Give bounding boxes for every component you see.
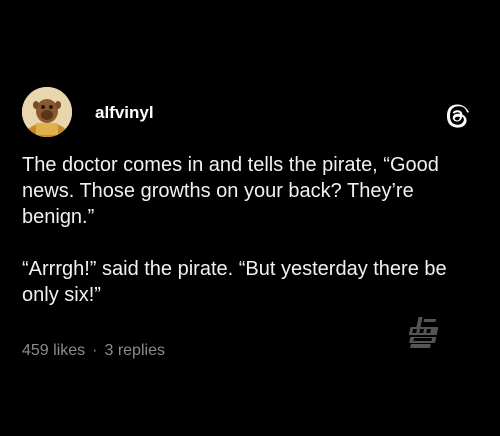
- post-body: The doctor comes in and tells the pirate…: [22, 152, 482, 308]
- alf-avatar-icon: [22, 87, 72, 137]
- post-paragraph: “Arrrgh!” said the pirate. “But yesterda…: [22, 258, 447, 306]
- watermark-logo: [405, 315, 449, 351]
- username[interactable]: alfvinyl: [95, 103, 154, 123]
- threads-post-card: alfvinyl The doctor comes in and tells t…: [0, 0, 500, 436]
- post-stats: 459 likes · 3 replies: [22, 342, 165, 360]
- likes-count[interactable]: 459 likes: [22, 342, 85, 360]
- avatar[interactable]: [22, 87, 72, 137]
- threads-logo-icon[interactable]: [444, 102, 472, 130]
- replies-count[interactable]: 3 replies: [104, 342, 164, 360]
- stats-separator: ·: [92, 342, 98, 359]
- post-paragraph: The doctor comes in and tells the pirate…: [22, 154, 439, 228]
